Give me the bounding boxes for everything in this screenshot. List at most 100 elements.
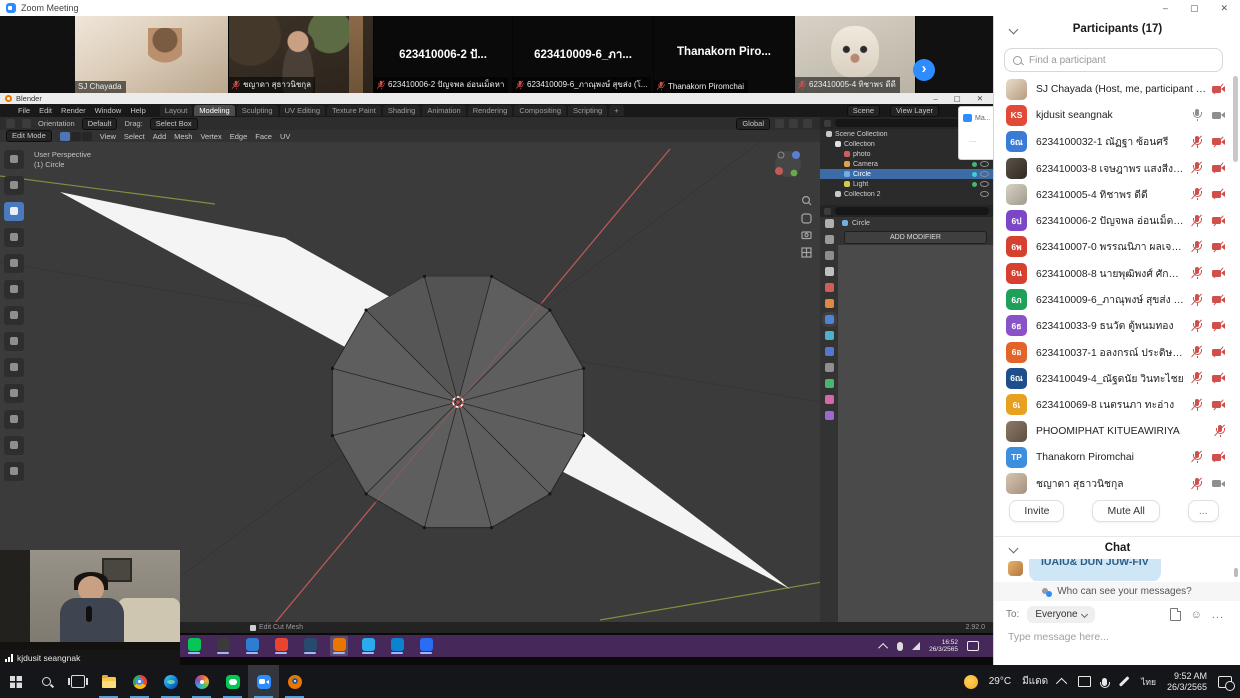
language-indicator[interactable]: ไทย <box>1141 675 1156 689</box>
edge-select-button[interactable] <box>71 132 81 141</box>
pen-tray-icon[interactable] <box>1119 676 1129 686</box>
explorer-taskbar-button[interactable] <box>93 665 124 698</box>
weather-text[interactable]: มีแดด <box>1022 674 1048 689</box>
chrome-taskbar-button[interactable] <box>124 665 155 698</box>
view-layer-selector[interactable]: View Layer <box>890 105 939 117</box>
weather-icon[interactable] <box>964 675 978 689</box>
show-hidden-icons-chevron-icon[interactable] <box>1056 677 1067 688</box>
outliner-row[interactable]: Circle <box>820 169 993 179</box>
workspace-tab-sculpting[interactable]: Sculpting <box>237 105 278 116</box>
minimize-button[interactable]: – <box>1163 3 1168 13</box>
outliner-row[interactable]: Collection 2 <box>820 189 993 199</box>
tool-button-10[interactable] <box>4 410 24 429</box>
next-page-button[interactable]: › <box>913 59 935 81</box>
viewport-menu-mesh[interactable]: Mesh <box>174 132 192 141</box>
viewport-menu-vertex[interactable]: Vertex <box>200 132 221 141</box>
zoom-taskbar-button[interactable] <box>248 665 279 698</box>
tool-button-9[interactable] <box>4 384 24 403</box>
visibility-eye-icon[interactable] <box>980 171 989 177</box>
menu-file[interactable]: File <box>18 106 30 115</box>
participant-row[interactable]: 6พ623410007-0 พรรณนิภา ผลเจริญ <box>994 234 1234 260</box>
vertex-select-button[interactable] <box>60 132 70 141</box>
menu-window[interactable]: Window <box>95 106 122 115</box>
blender-minimize-button[interactable]: – <box>933 94 937 103</box>
viewport-menu-select[interactable]: Select <box>124 132 145 141</box>
display-tray-icon[interactable] <box>1078 676 1091 687</box>
properties-tab-2[interactable] <box>825 251 834 260</box>
participant-row[interactable]: SJ Chayada (Host, me, participant ID: 14… <box>994 76 1234 102</box>
shared-app-5[interactable] <box>330 636 348 656</box>
tool-button-3[interactable] <box>4 228 24 247</box>
maximize-button[interactable]: ▢ <box>1190 3 1199 14</box>
invite-button[interactable]: Invite <box>1009 500 1064 522</box>
properties-tab-7[interactable] <box>825 331 834 340</box>
properties-tab-0[interactable] <box>825 219 834 228</box>
viewport-menu-face[interactable]: Face <box>255 132 272 141</box>
action-center-icon[interactable] <box>967 641 979 651</box>
outliner-search[interactable] <box>835 119 978 127</box>
network-icon[interactable] <box>912 642 920 650</box>
tool-button-6[interactable] <box>4 306 24 325</box>
properties-tab-5[interactable] <box>825 299 834 308</box>
participant-row[interactable]: 6เ623410069-8 เนตรนภา ทะอ่าง <box>994 392 1234 418</box>
shared-app-2[interactable] <box>243 636 261 656</box>
tool-button-7[interactable] <box>4 332 24 351</box>
shared-app-8[interactable] <box>417 636 435 656</box>
properties-tab-9[interactable] <box>825 363 834 372</box>
properties-tab-3[interactable] <box>825 267 834 276</box>
tool-button-11[interactable] <box>4 436 24 455</box>
hidden-icons-chevron-icon[interactable] <box>878 642 888 652</box>
viewport-menu-edge[interactable]: Edge <box>230 132 248 141</box>
video-tile[interactable]: 623410006-2 ปั...623410006-2 ปัญจพล อ่อน… <box>374 16 513 93</box>
participant-row[interactable]: ชญาดา สุธาวนิชกุล <box>994 470 1234 496</box>
drag-dropdown[interactable]: Select Box <box>150 118 198 130</box>
video-tile[interactable]: SJ Chayada <box>75 16 229 93</box>
shared-app-1[interactable] <box>214 636 232 656</box>
video-tile[interactable]: Thanakorn Piro...Thanakorn Piromchai <box>654 16 795 93</box>
workspace-tab-modeling[interactable]: Modeling <box>194 105 234 116</box>
visibility-eye-icon[interactable] <box>980 161 989 167</box>
edge-taskbar-button[interactable] <box>155 665 186 698</box>
proportional-edit-icon[interactable] <box>789 119 798 128</box>
snap-orientation-dropdown[interactable]: Global <box>736 118 770 130</box>
tool-button-4[interactable] <box>4 254 24 273</box>
shared-app-3[interactable] <box>272 636 290 656</box>
shared-app-4[interactable] <box>301 636 319 656</box>
blender-close-button[interactable]: ✕ <box>977 94 983 103</box>
participant-row[interactable]: 6ธ623410033-9 ธนวัต ตู้พนมทอง <box>994 313 1234 339</box>
chat-more-icon[interactable]: ... <box>1212 609 1224 621</box>
participant-row[interactable]: 623410005-4 ทิชาพร ดีดี <box>994 181 1234 207</box>
chat-message-input[interactable] <box>1006 630 1220 644</box>
participant-row[interactable]: 6อ623410037-1 อลงกรณ์ ประดิษฐพงษ์ <box>994 339 1234 365</box>
scene-selector[interactable]: Scene <box>847 105 880 117</box>
transform-dropdown[interactable]: Default <box>82 118 118 130</box>
options-icon[interactable] <box>803 119 812 128</box>
participants-scrollbar[interactable] <box>1233 76 1238 162</box>
properties-tab-11[interactable] <box>825 395 834 404</box>
search-input[interactable] <box>1027 54 1222 67</box>
workspace-tab-+[interactable]: + <box>609 105 623 116</box>
close-button[interactable]: ✕ <box>1220 3 1228 14</box>
participant-row[interactable]: TPThanakorn Piromchai <box>994 444 1234 470</box>
clock[interactable]: 9:52 AM 26/3/2565 <box>1167 671 1207 693</box>
properties-tab-6[interactable] <box>825 315 834 324</box>
outliner-row[interactable]: Camera <box>820 159 993 169</box>
start-taskbar-button[interactable] <box>0 665 31 698</box>
shared-clock[interactable]: 16:52 26/3/2565 <box>929 639 958 654</box>
participant-row[interactable]: 6ภ623410009-6_ภาณุพงษ์ สุขส่ง (โอม) <box>994 286 1234 312</box>
microphone-tray-icon[interactable] <box>1102 678 1107 686</box>
shared-app-7[interactable] <box>388 636 406 656</box>
visibility-eye-icon[interactable] <box>980 191 989 197</box>
workspace-tab-texture-paint[interactable]: Texture Paint <box>327 105 381 116</box>
properties-tab-4[interactable] <box>825 283 834 292</box>
menu-edit[interactable]: Edit <box>39 106 52 115</box>
recipient-dropdown[interactable]: Everyone <box>1027 606 1094 623</box>
video-tile[interactable]: 623410009-6_ภา...623410009-6_ภาณุพงษ์ สุ… <box>513 16 654 93</box>
properties-tab-10[interactable] <box>825 379 834 388</box>
mode-dropdown[interactable]: Edit Mode <box>6 130 52 142</box>
search-taskbar-button[interactable] <box>31 665 62 698</box>
notification-popup[interactable]: Ma... .... <box>958 106 994 160</box>
mute-all-button[interactable]: Mute All <box>1092 500 1159 522</box>
properties-filter-icon[interactable] <box>824 208 831 215</box>
workspace-tab-compositing[interactable]: Compositing <box>514 105 566 116</box>
